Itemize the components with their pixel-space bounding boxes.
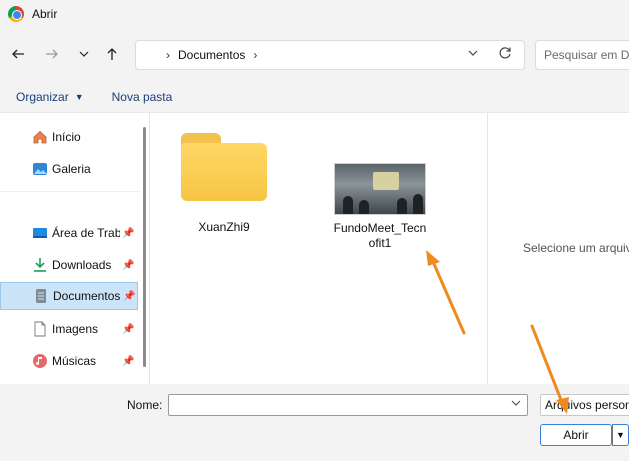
recent-locations-button[interactable]	[72, 42, 96, 66]
organize-menu-button[interactable]: Organizar ▼	[16, 90, 84, 104]
sidebar-item-inicio[interactable]: Início	[0, 123, 138, 151]
sidebar-scrollbar[interactable]	[143, 127, 146, 367]
content-area: Início Galeria Área de Trabalho 📌 Downlo…	[0, 112, 629, 385]
sidebar-item-downloads[interactable]: Downloads 📌	[0, 251, 138, 279]
sidebar-item-musicas[interactable]: Músicas 📌	[0, 347, 138, 375]
search-input[interactable]: Pesquisar em Do	[535, 40, 629, 70]
desktop-icon	[33, 228, 47, 238]
pin-icon[interactable]: 📌	[122, 228, 134, 239]
file-item-folder[interactable]: XuanZhi9	[180, 133, 268, 235]
preview-pane: Selecione um arquivo	[487, 113, 629, 385]
address-bar[interactable]: › Documentos ›	[135, 40, 525, 70]
caret-down-icon: ▼	[616, 430, 625, 440]
sidebar-label: Área de Trabalho	[52, 226, 120, 240]
back-button[interactable]	[6, 42, 30, 66]
sidebar-item-imagens[interactable]: Imagens 📌	[0, 315, 138, 343]
chevron-down-icon	[79, 51, 89, 57]
breadcrumb-documentos[interactable]: Documentos	[178, 48, 245, 62]
breadcrumb-chevron-icon[interactable]: ›	[253, 48, 257, 62]
search-placeholder: Pesquisar em Do	[544, 48, 629, 62]
images-icon	[34, 321, 46, 337]
folder-icon	[181, 133, 267, 201]
caret-down-icon: ▼	[74, 92, 84, 102]
sidebar-item-area-de-trabalho[interactable]: Área de Trabalho 📌	[0, 219, 138, 247]
navigation-pane: Início Galeria Área de Trabalho 📌 Downlo…	[0, 113, 150, 385]
file-list: XuanZhi9 FundoMeet_Tecn ofit1	[150, 113, 487, 385]
open-button[interactable]: Abrir	[540, 424, 612, 446]
forward-button[interactable]	[40, 42, 64, 66]
sidebar-item-galeria[interactable]: Galeria	[0, 155, 138, 183]
dialog-footer: Nome: Arquivos personalizados Abrir ▼	[0, 384, 629, 461]
refresh-icon[interactable]	[498, 46, 512, 63]
sidebar-label: Downloads	[52, 258, 112, 272]
arrow-up-icon	[107, 48, 117, 60]
pin-icon[interactable]: 📌	[122, 356, 134, 367]
music-icon	[33, 354, 47, 368]
home-icon	[33, 130, 47, 144]
file-label-line-2: ofit1	[368, 236, 392, 250]
title-bar: Abrir	[0, 0, 629, 28]
open-label: Abrir	[563, 428, 589, 442]
chrome-icon	[8, 6, 24, 22]
window-title: Abrir	[32, 7, 58, 21]
file-label-line-1: FundoMeet_Tecn	[333, 221, 427, 235]
chevron-down-icon[interactable]	[511, 398, 521, 411]
pin-icon[interactable]: 📌	[123, 291, 135, 302]
sidebar-label: Galeria	[52, 162, 91, 176]
pin-icon[interactable]: 📌	[122, 260, 134, 271]
address-dropdown-icon[interactable]	[468, 47, 478, 61]
sidebar-label: Documentos	[53, 289, 121, 303]
open-dropdown-button[interactable]: ▼	[612, 424, 629, 446]
image-thumbnail	[334, 163, 426, 215]
gallery-icon	[33, 163, 47, 175]
file-type-select[interactable]: Arquivos personalizados	[540, 394, 629, 416]
file-item-image[interactable]: FundoMeet_Tecn ofit1	[328, 163, 432, 251]
file-label: XuanZhi9	[198, 220, 250, 234]
sidebar-divider	[0, 191, 140, 192]
file-type-value: Arquivos personalizados	[545, 398, 629, 412]
organize-label: Organizar	[16, 90, 69, 104]
download-icon	[34, 258, 46, 272]
sidebar-label: Músicas	[52, 354, 97, 368]
documents-icon	[36, 289, 46, 303]
sidebar-label: Início	[52, 130, 81, 144]
preview-message: Selecione um arquivo	[523, 241, 629, 255]
new-folder-button[interactable]: Nova pasta	[112, 90, 173, 104]
filename-input[interactable]	[168, 394, 528, 416]
up-button[interactable]	[100, 42, 124, 66]
sidebar-item-documentos[interactable]: Documentos 📌	[0, 282, 138, 310]
breadcrumb-chevron-icon: ›	[166, 48, 170, 62]
pin-icon[interactable]: 📌	[122, 324, 134, 335]
sidebar-label: Imagens	[52, 322, 99, 336]
navigation-bar: › Documentos › Pesquisar em Do	[0, 34, 629, 76]
command-toolbar: Organizar ▼ Nova pasta	[0, 82, 629, 112]
arrow-right-icon	[46, 49, 58, 59]
arrow-left-icon	[12, 49, 24, 59]
filename-label: Nome:	[127, 398, 163, 412]
